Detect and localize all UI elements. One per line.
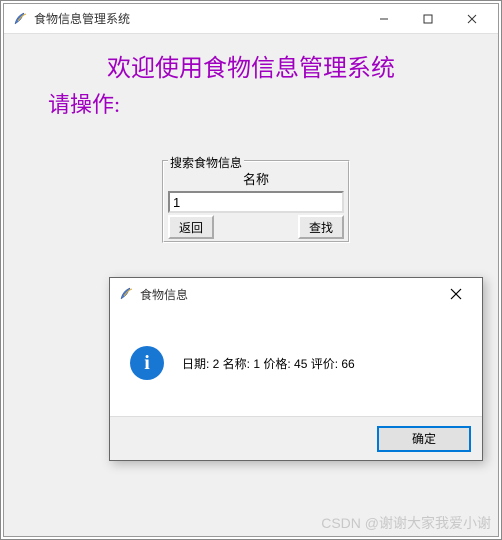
dialog-feather-icon xyxy=(118,286,134,302)
main-titlebar: 食物信息管理系统 xyxy=(4,4,498,34)
search-frame: 搜索食物信息 名称 返回 查找 xyxy=(162,160,350,243)
search-button[interactable]: 查找 xyxy=(298,215,344,239)
info-dialog: 食物信息 i 日期: 2 名称: 1 价格: 45 评价: 66 确定 xyxy=(109,277,483,461)
main-window-title: 食物信息管理系统 xyxy=(34,10,130,27)
close-button[interactable] xyxy=(450,5,494,33)
minimize-icon xyxy=(379,14,389,24)
close-icon xyxy=(467,14,477,24)
prompt-label: 请操作: xyxy=(48,87,498,119)
search-frame-label: 搜索食物信息 xyxy=(168,154,244,171)
welcome-label: 欢迎使用食物信息管理系统 xyxy=(4,48,498,83)
dialog-body: i 日期: 2 名称: 1 价格: 45 评价: 66 xyxy=(110,310,482,416)
close-icon xyxy=(450,288,462,300)
window-controls xyxy=(362,5,494,33)
name-input[interactable] xyxy=(168,191,344,213)
dialog-close-button[interactable] xyxy=(434,280,478,308)
maximize-button[interactable] xyxy=(406,5,450,33)
dialog-message: 日期: 2 名称: 1 价格: 45 评价: 66 xyxy=(182,355,355,372)
maximize-icon xyxy=(423,14,433,24)
back-button[interactable]: 返回 xyxy=(168,215,214,239)
minimize-button[interactable] xyxy=(362,5,406,33)
watermark: CSDN @谢谢大家我爱小谢 xyxy=(321,513,491,533)
dialog-title: 食物信息 xyxy=(140,286,188,303)
ok-button[interactable]: 确定 xyxy=(378,427,470,451)
dialog-titlebar: 食物信息 xyxy=(110,278,482,310)
dialog-footer: 确定 xyxy=(110,416,482,460)
app-feather-icon xyxy=(12,11,28,27)
info-icon: i xyxy=(130,346,164,380)
